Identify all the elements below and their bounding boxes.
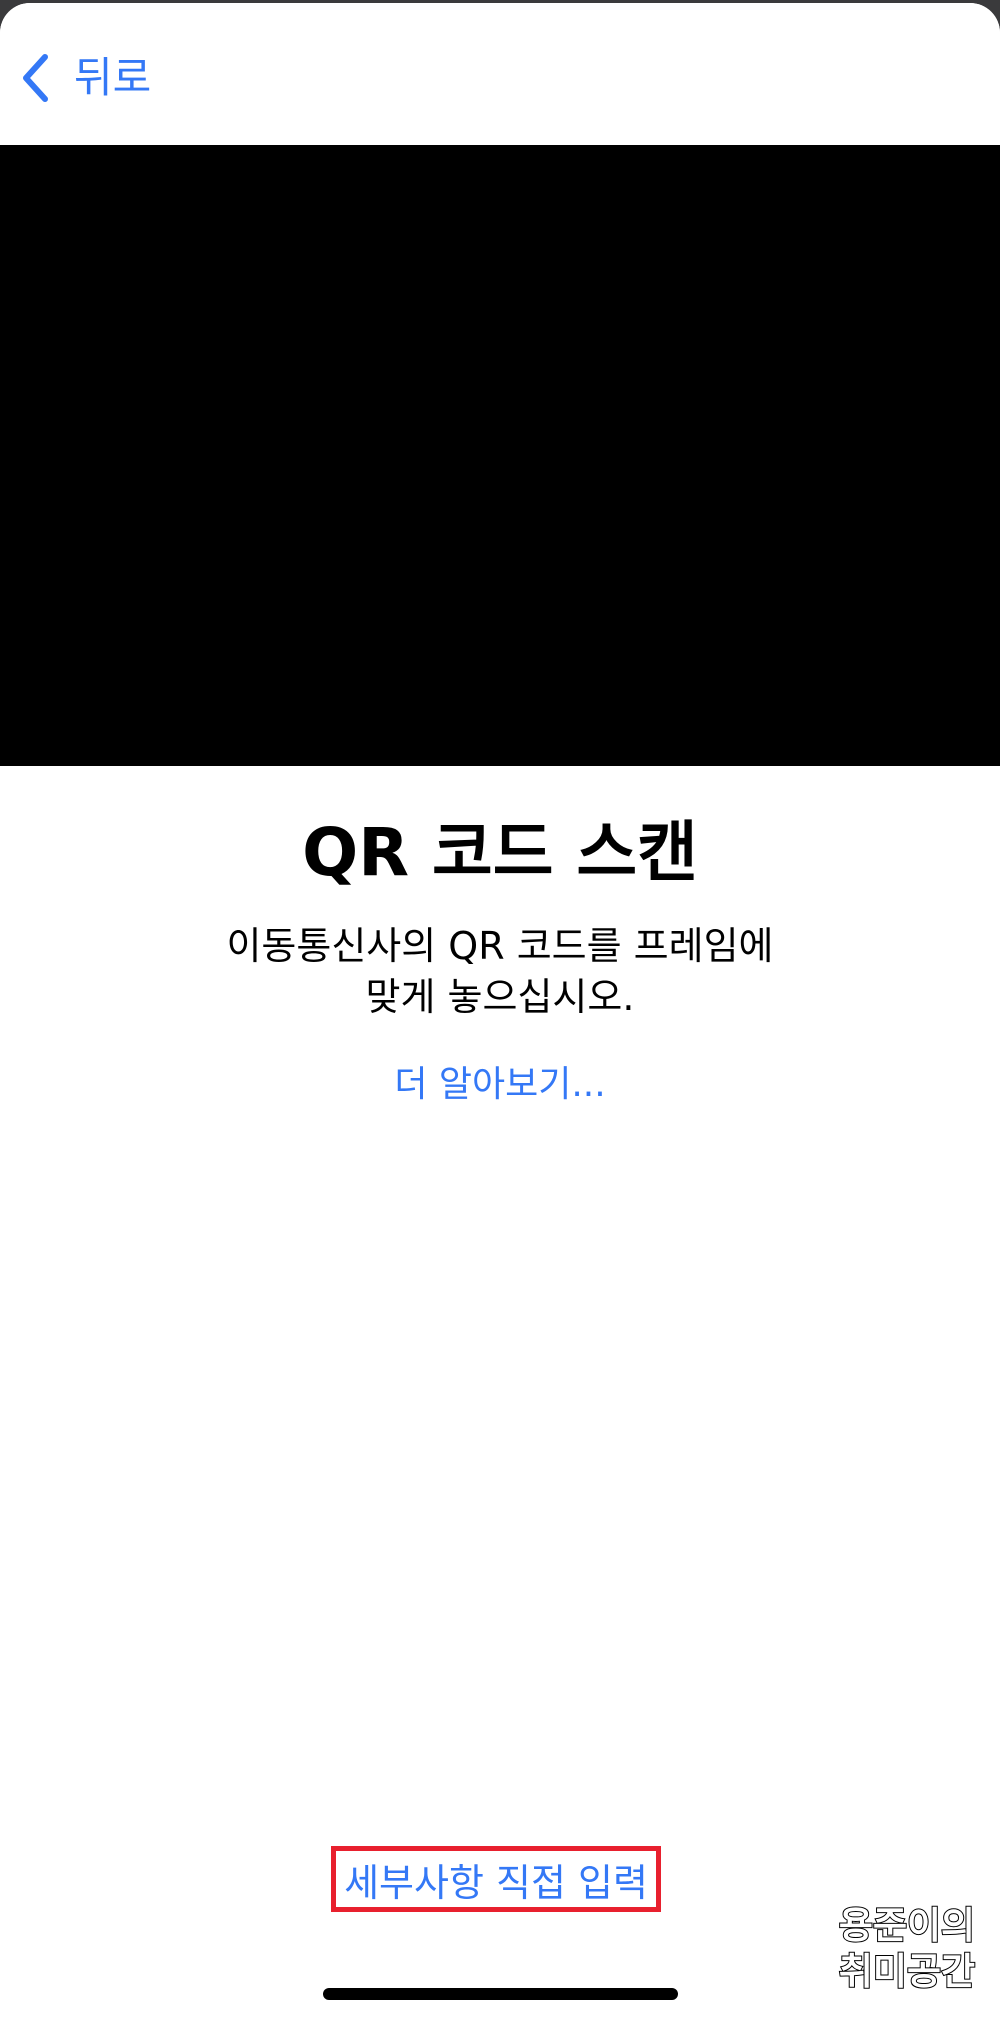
navigation-bar: 뒤로 — [0, 3, 1000, 145]
instruction-line-1: 이동통신사의 QR 코드를 프레임에 — [226, 924, 774, 968]
learn-more-link[interactable]: 더 알아보기... — [0, 1055, 1000, 1107]
home-indicator — [323, 1988, 678, 2000]
manual-entry-button[interactable]: 세부사항 직접 입력 — [331, 1846, 661, 1912]
manual-entry-label: 세부사항 직접 입력 — [344, 1860, 648, 1905]
back-button[interactable]: 뒤로 — [20, 43, 151, 113]
watermark-line-2: 취미공간 — [838, 1949, 976, 1994]
watermark-line-1: 용준이의 — [838, 1903, 976, 1948]
modal-sheet: 뒤로 QR 코드 스캔 이동통신사의 QR 코드를 프레임에 맞게 놓으십시오.… — [0, 3, 1000, 2021]
back-label: 뒤로 — [74, 53, 152, 102]
instruction-line-2: 맞게 놓으십시오. — [365, 975, 635, 1020]
page-title: QR 코드 스캔 — [302, 814, 698, 891]
watermark: 용준이의 취미공간 — [832, 1903, 982, 1996]
chevron-left-icon — [20, 53, 50, 103]
scan-instructions: 이동통신사의 QR 코드를 프레임에 맞게 놓으십시오. — [150, 921, 850, 1024]
qr-camera-viewfinder — [0, 145, 1000, 766]
